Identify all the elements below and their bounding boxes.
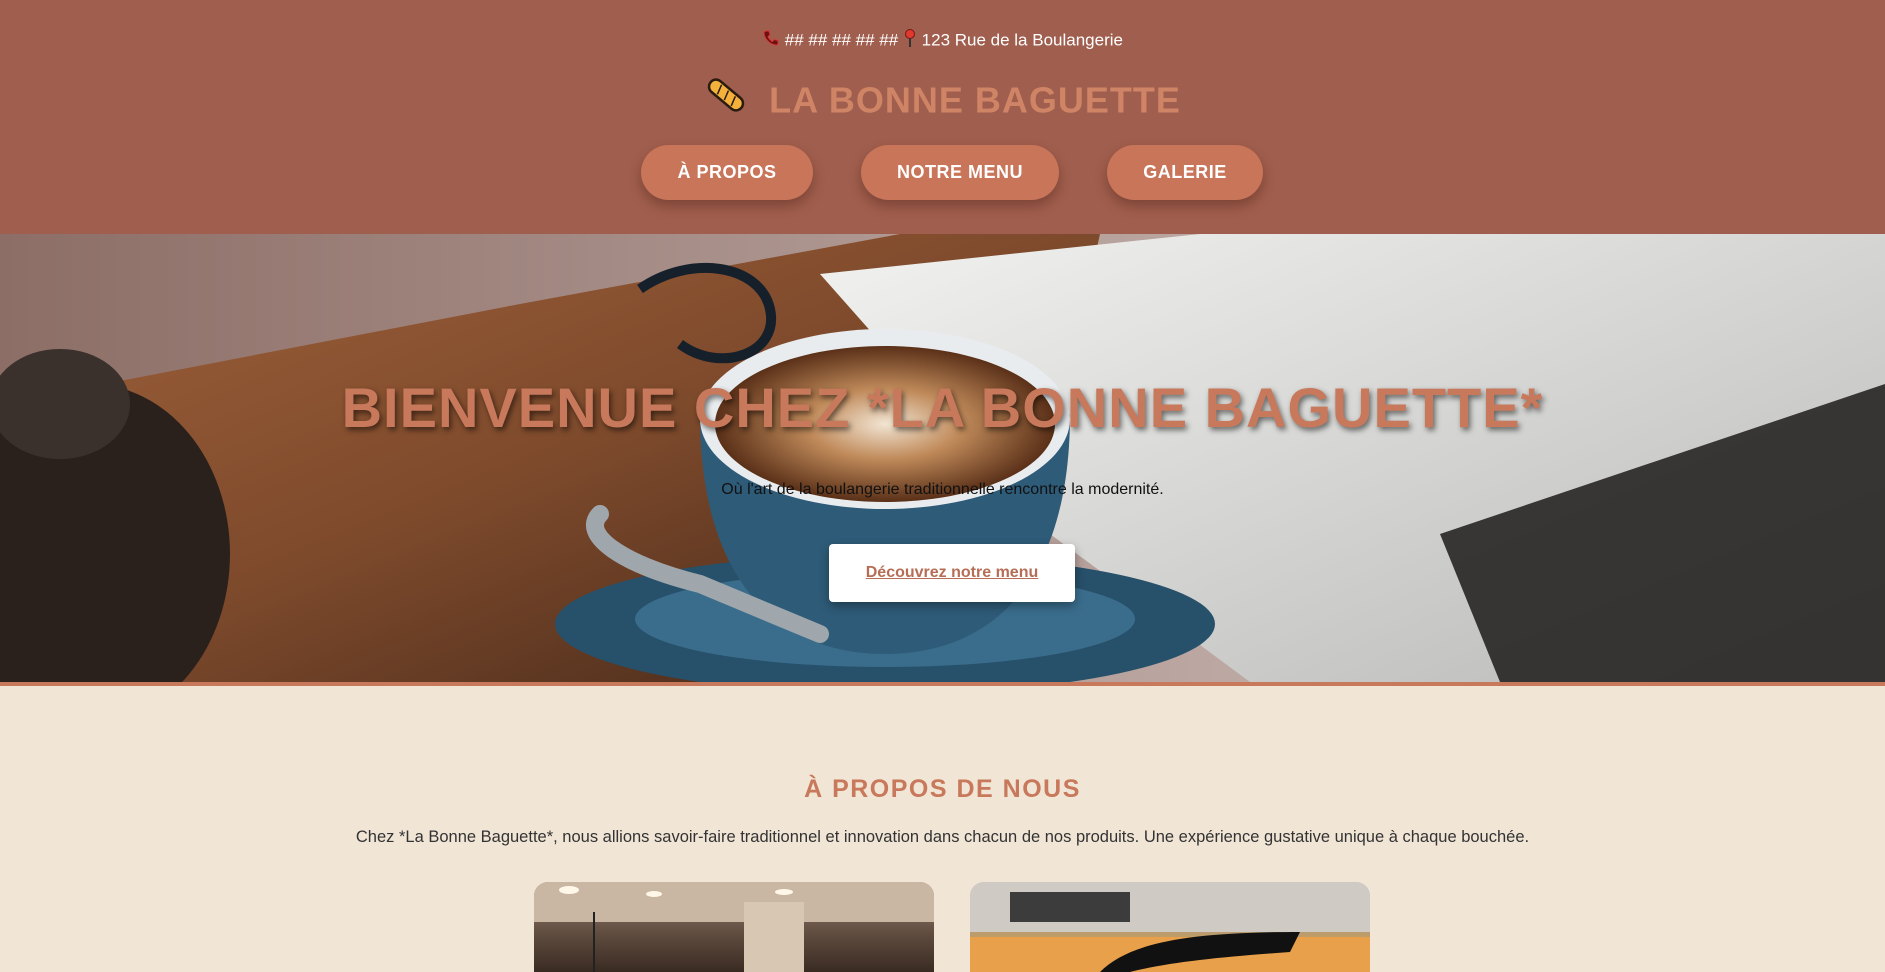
- bakery-interior-photo: [534, 882, 934, 972]
- about-text: Chez *La Bonne Baguette*, nous allions s…: [355, 828, 1530, 846]
- hero-subtitle: Où l'art de la boulangerie traditionnell…: [721, 481, 1164, 498]
- phone-icon: [762, 29, 780, 53]
- brand[interactable]: LA BONNE BAGUETTE: [0, 78, 1885, 128]
- baguette-icon: [704, 75, 748, 125]
- bakery-storefront-photo: [970, 882, 1370, 972]
- about-title: À PROPOS DE NOUS: [804, 775, 1081, 803]
- main-nav: À PROPOS NOTRE MENU GALERIE: [0, 145, 1885, 201]
- nav-menu-button[interactable]: NOTRE MENU: [861, 145, 1059, 200]
- phone-number[interactable]: ## ## ## ## ##: [785, 30, 898, 49]
- hero-background-image: [0, 234, 1885, 682]
- contact-bar: ## ## ## ## ## 123 Rue de la Boulangerie: [0, 28, 1885, 54]
- discover-menu-button[interactable]: Découvrez notre menu: [829, 544, 1075, 602]
- hero-section: BIENVENUE CHEZ *LA BONNE BAGUETTE* Où l'…: [0, 234, 1885, 682]
- brand-name: LA BONNE BAGUETTE: [769, 79, 1181, 121]
- pin-icon: [903, 28, 917, 54]
- site-header: ## ## ## ## ## 123 Rue de la Boulangerie…: [0, 0, 1885, 234]
- hero-title: BIENVENUE CHEZ *LA BONNE BAGUETTE*: [341, 376, 1544, 439]
- nav-about-button[interactable]: À PROPOS: [641, 145, 813, 200]
- about-section: À PROPOS DE NOUS Chez *La Bonne Baguette…: [0, 686, 1885, 972]
- nav-gallery-button[interactable]: GALERIE: [1107, 145, 1263, 200]
- address: 123 Rue de la Boulangerie: [921, 30, 1123, 50]
